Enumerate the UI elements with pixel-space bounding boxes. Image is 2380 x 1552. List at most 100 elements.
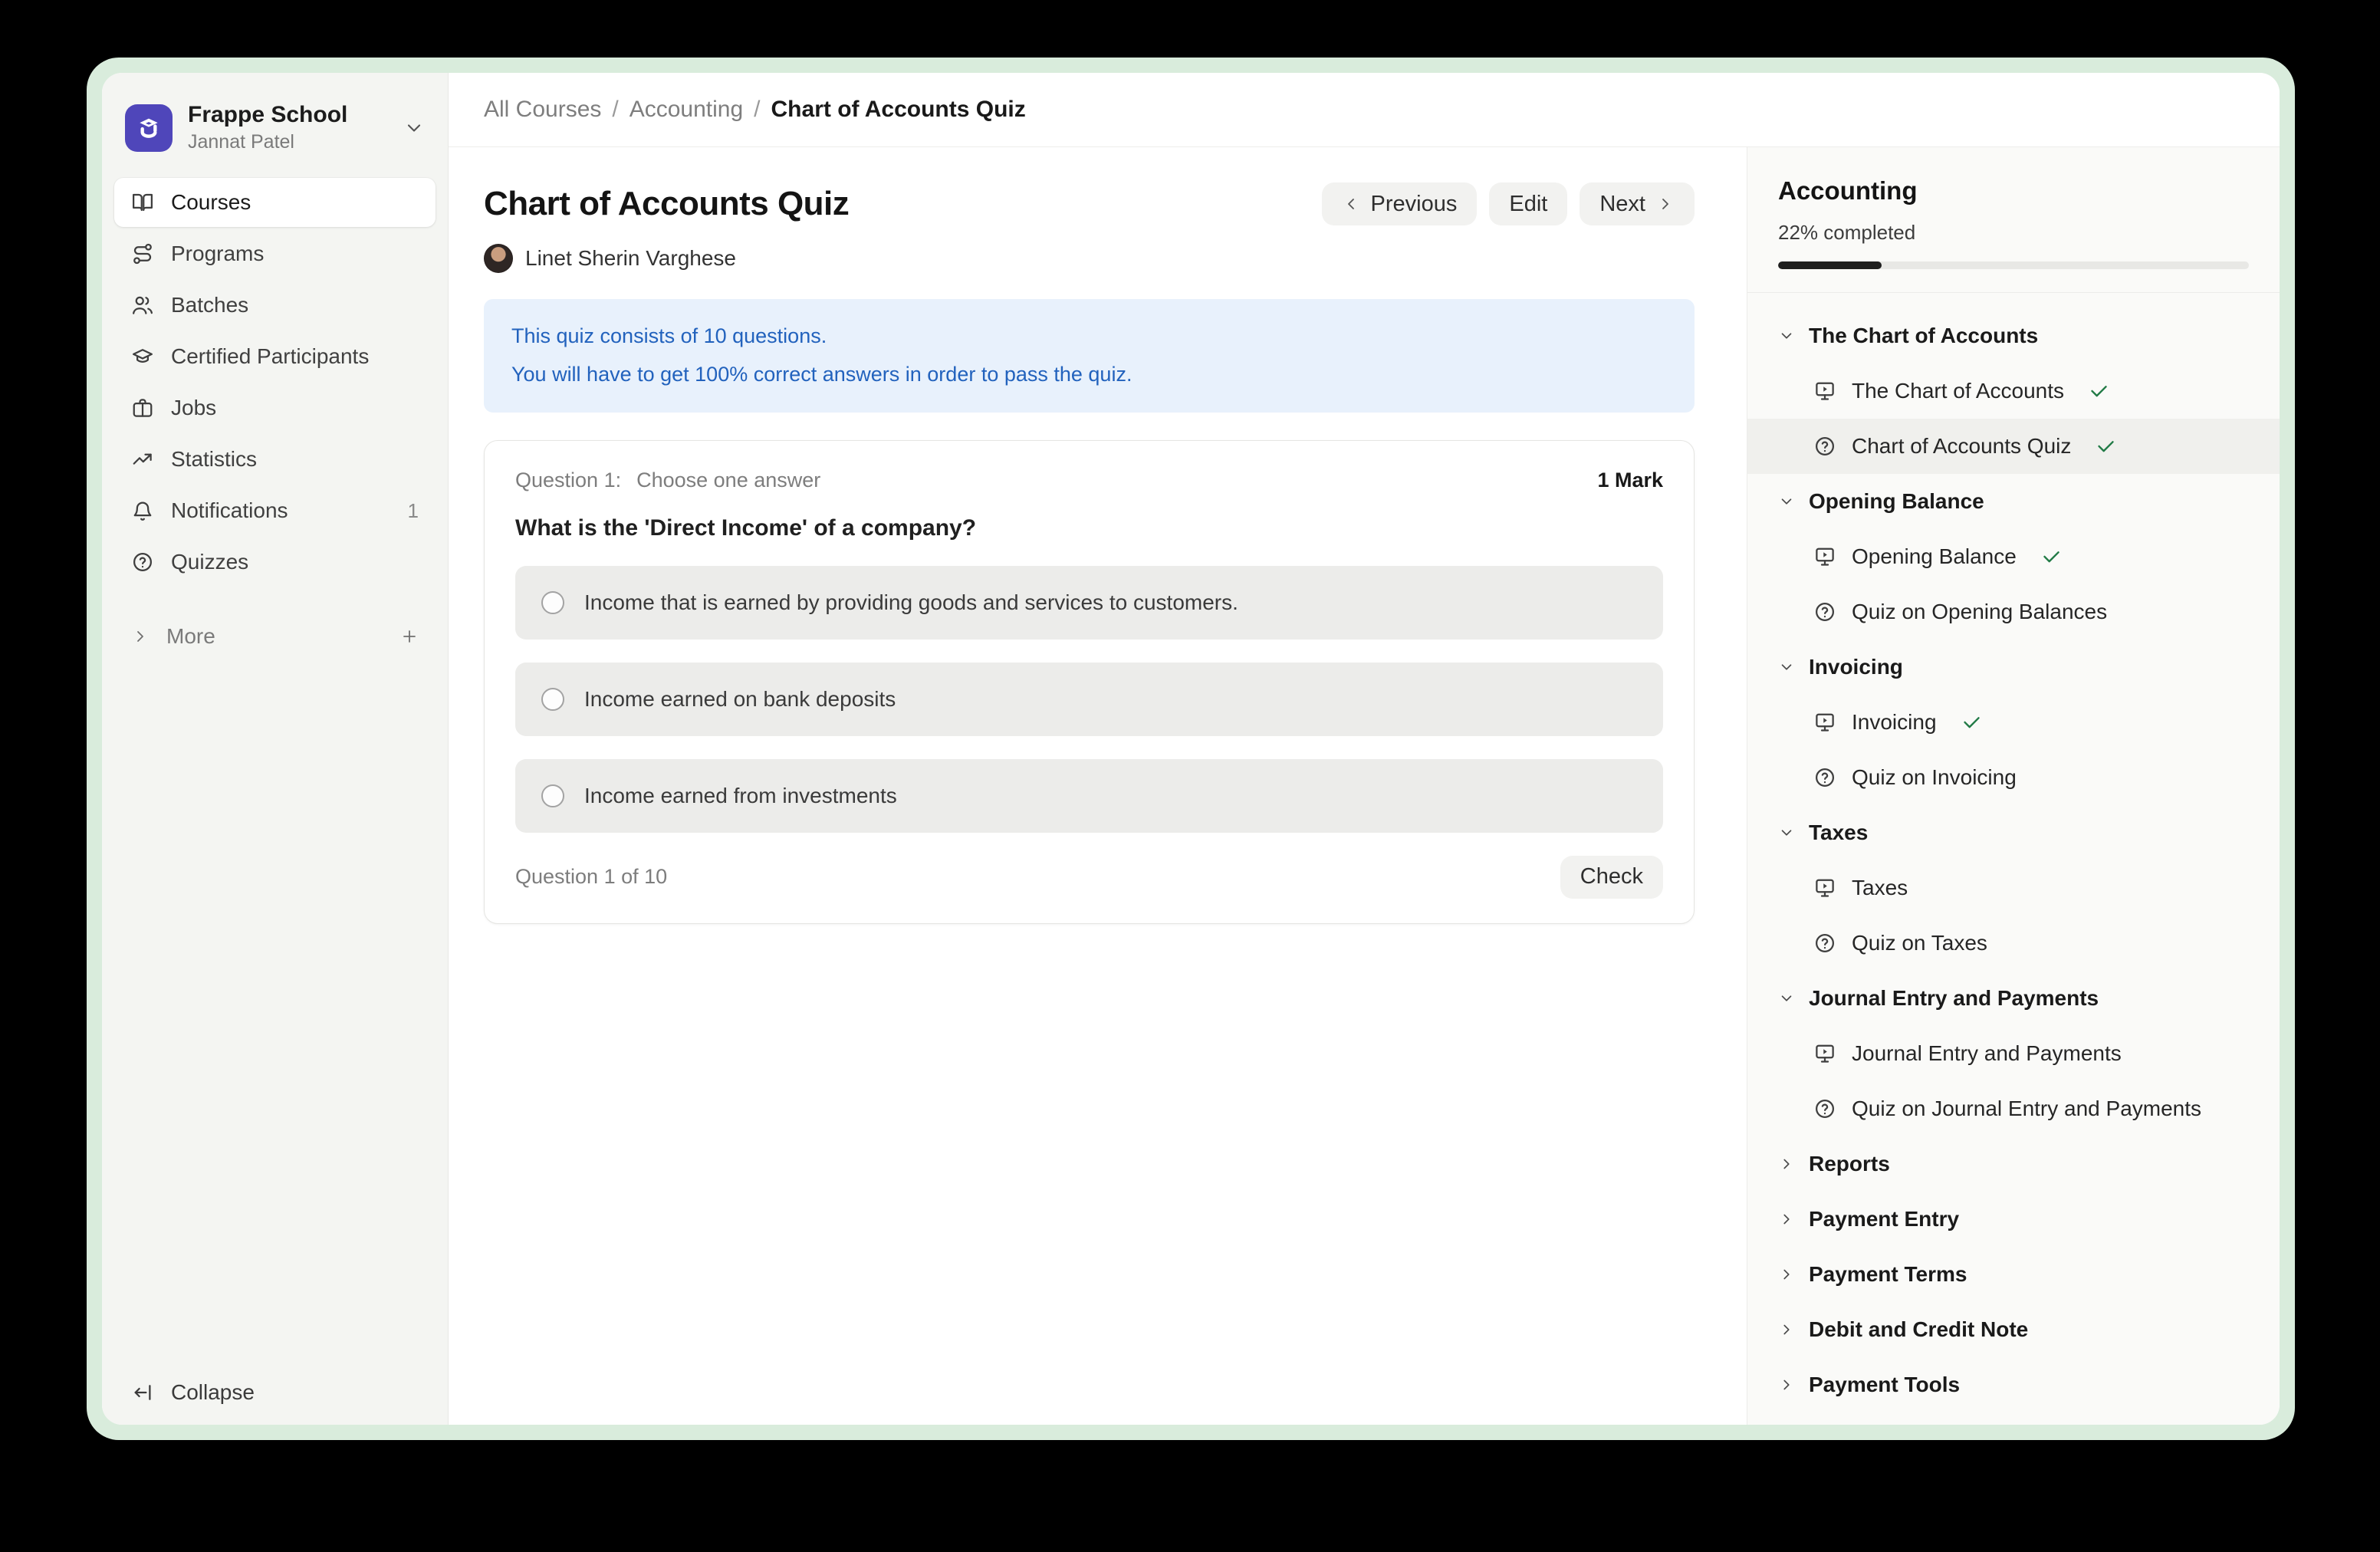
sidebar-item-notifications[interactable]: Notifications1 [114, 486, 436, 535]
next-button[interactable]: Next [1580, 182, 1695, 225]
sidebar-more-label: More [166, 624, 215, 649]
course-outline-header: Accounting 22% completed [1747, 147, 2280, 293]
course-progress-bar [1778, 261, 2249, 269]
page-title: Chart of Accounts Quiz [484, 185, 849, 223]
chevron-down-icon [1778, 493, 1795, 510]
outline-section-debit-and-credit-note[interactable]: Debit and Credit Note [1747, 1302, 2280, 1357]
answer-option-label: Income earned from investments [584, 784, 897, 808]
outline-item-label: Journal Entry and Payments [1852, 1041, 2122, 1066]
sidebar-item-label: Batches [171, 293, 248, 317]
monitor-play-icon [1813, 876, 1836, 899]
outline-section-journal-entry-and-payments[interactable]: Journal Entry and Payments [1747, 971, 2280, 1026]
sidebar-item-quizzes[interactable]: Quizzes [114, 538, 436, 587]
author-name: Linet Sherin Varghese [525, 246, 736, 271]
breadcrumb-separator: / [612, 97, 618, 123]
question-card: Question 1: Choose one answer 1 Mark Wha… [484, 440, 1695, 924]
chevron-right-icon [1778, 1156, 1795, 1172]
outline-item-label: Chart of Accounts Quiz [1852, 434, 2071, 459]
help-circle-icon [1813, 1097, 1836, 1120]
outline-item-chart-of-accounts-quiz[interactable]: Chart of Accounts Quiz [1747, 419, 2280, 474]
sidebar-item-label: Quizzes [171, 550, 248, 574]
app-frame: Frappe School Jannat Patel CoursesProgra… [87, 58, 2295, 1440]
monitor-play-icon [1813, 1042, 1836, 1065]
collapse-left-icon [131, 1381, 154, 1404]
check-icon [2041, 547, 2062, 567]
workspace-text: Frappe School Jannat Patel [188, 102, 347, 153]
outline-item-label: Quiz on Journal Entry and Payments [1852, 1097, 2201, 1121]
next-button-label: Next [1599, 192, 1645, 217]
outline-section-title: Taxes [1809, 820, 1868, 845]
outline-section-opening-balance[interactable]: Opening Balance [1747, 474, 2280, 529]
sidebar-collapse-label: Collapse [171, 1380, 255, 1405]
monitor-play-icon [1813, 711, 1836, 734]
outline-item-quiz-on-opening-balances[interactable]: Quiz on Opening Balances [1747, 584, 2280, 640]
check-button[interactable]: Check [1560, 856, 1663, 899]
sidebar-item-statistics[interactable]: Statistics [114, 435, 436, 484]
breadcrumb-all-courses[interactable]: All Courses [484, 97, 601, 123]
outline-section-the-chart-of-accounts[interactable]: The Chart of Accounts [1747, 308, 2280, 363]
chevron-left-icon [1342, 195, 1360, 213]
outline-item-the-chart-of-accounts[interactable]: The Chart of Accounts [1747, 363, 2280, 419]
sidebar-item-certified-participants[interactable]: Certified Participants [114, 332, 436, 381]
outline-section-reports[interactable]: Reports [1747, 1136, 2280, 1192]
radio-button[interactable] [541, 688, 564, 711]
chevron-down-icon [1778, 824, 1795, 841]
author-avatar [484, 244, 513, 273]
outline-section-payment-terms[interactable]: Payment Terms [1747, 1247, 2280, 1302]
answer-options: Income that is earned by providing goods… [515, 566, 1663, 833]
course-progress-fill [1778, 261, 1882, 269]
outline-item-opening-balance[interactable]: Opening Balance [1747, 529, 2280, 584]
outline-section-taxes[interactable]: Taxes [1747, 805, 2280, 860]
sidebar-nav: CoursesPrograms Batches Certified Particip… [102, 178, 448, 589]
outline-item-quiz-on-journal-entry-and-payments[interactable]: Quiz on Journal Entry and Payments [1747, 1081, 2280, 1136]
outline-item-quiz-on-invoicing[interactable]: Quiz on Invoicing [1747, 750, 2280, 805]
sidebar-item-programs[interactable]: Programs [114, 229, 436, 278]
quiz-instruction-line: You will have to get 100% correct answer… [511, 356, 1667, 394]
chevron-down-icon [1778, 990, 1795, 1007]
help-circle-icon [1813, 435, 1836, 458]
users-icon [131, 294, 154, 317]
breadcrumb-accounting[interactable]: Accounting [630, 97, 743, 123]
outline-section-title: Payment Terms [1809, 1262, 1967, 1287]
graduation-cap-icon [131, 345, 154, 368]
answer-option-3[interactable]: Income earned from investments [515, 759, 1663, 833]
outline-section-payment-tools[interactable]: Payment Tools [1747, 1357, 2280, 1412]
sidebar-item-label: Notifications [171, 498, 288, 523]
edit-button[interactable]: Edit [1489, 182, 1567, 225]
sidebar-more[interactable]: More [114, 612, 436, 661]
course-outline-list: The Chart of Accounts The Chart of Accoun… [1747, 293, 2280, 1412]
quiz-instructions: This quiz consists of 10 questions. You … [484, 299, 1695, 413]
answer-option-label: Income that is earned by providing goods… [584, 590, 1238, 615]
outline-item-taxes[interactable]: Taxes [1747, 860, 2280, 916]
outline-item-label: Quiz on Taxes [1852, 931, 1987, 955]
course-outline: Accounting 22% completed The Chart of Ac… [1747, 147, 2280, 1425]
help-circle-icon [1813, 600, 1836, 623]
outline-item-label: Quiz on Opening Balances [1852, 600, 2107, 624]
help-circle-icon [131, 551, 154, 574]
plus-icon[interactable] [400, 627, 419, 646]
radio-button[interactable] [541, 784, 564, 807]
outline-item-invoicing[interactable]: Invoicing [1747, 695, 2280, 750]
answer-option-2[interactable]: Income earned on bank deposits [515, 663, 1663, 736]
right-pane: All Courses / Accounting / Chart of Acco… [449, 73, 2280, 1425]
outline-item-label: The Chart of Accounts [1852, 379, 2064, 403]
radio-button[interactable] [541, 591, 564, 614]
sidebar-item-jobs[interactable]: Jobs [114, 383, 436, 432]
workspace-user: Jannat Patel [188, 131, 347, 153]
answer-option-1[interactable]: Income that is earned by providing goods… [515, 566, 1663, 640]
outline-section-payment-entry[interactable]: Payment Entry [1747, 1192, 2280, 1247]
sidebar-item-batches[interactable]: Batches [114, 281, 436, 330]
course-title: Accounting [1778, 176, 2249, 206]
sidebar-item-courses[interactable]: Courses [114, 178, 436, 227]
outline-item-journal-entry-and-payments[interactable]: Journal Entry and Payments [1747, 1026, 2280, 1081]
check-icon [1961, 712, 1982, 733]
workspace-switcher[interactable]: Frappe School Jannat Patel [114, 96, 436, 159]
breadcrumb-separator: / [754, 97, 760, 123]
outline-item-quiz-on-taxes[interactable]: Quiz on Taxes [1747, 916, 2280, 971]
left-sidebar: Frappe School Jannat Patel CoursesProgra… [102, 73, 449, 1425]
question-marks: 1 Mark [1597, 469, 1663, 492]
monitor-play-icon [1813, 545, 1836, 568]
previous-button[interactable]: Previous [1322, 182, 1478, 225]
sidebar-collapse-button[interactable]: Collapse [131, 1380, 255, 1405]
outline-section-invoicing[interactable]: Invoicing [1747, 640, 2280, 695]
